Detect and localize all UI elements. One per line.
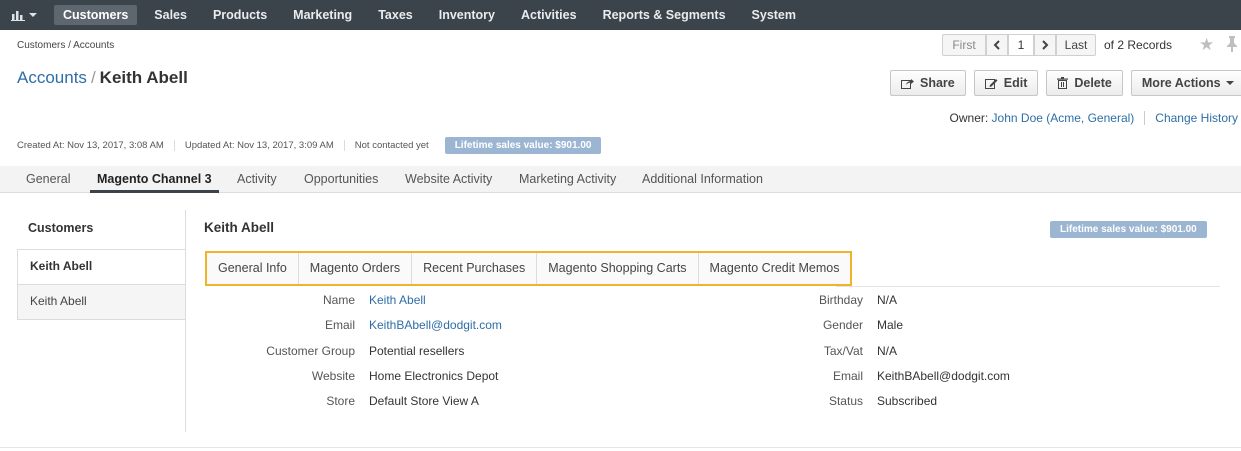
last-record-button[interactable]: Last: [1056, 34, 1096, 56]
field-label-name: Name: [322, 293, 355, 307]
field-value-name[interactable]: Keith Abell: [369, 293, 426, 307]
field-value-birthday: N/A: [877, 293, 898, 307]
share-button[interactable]: Share: [890, 70, 966, 96]
subtab-magento-credit-memos[interactable]: Magento Credit Memos: [699, 253, 851, 284]
field-value-customer-group: Potential resellers: [369, 344, 465, 358]
first-record-button[interactable]: First: [942, 34, 986, 56]
tab-website-activity[interactable]: Website Activity: [405, 166, 492, 193]
nav-item-system[interactable]: System: [739, 0, 809, 30]
dashboard-menu[interactable]: [0, 0, 48, 30]
page-title: Accounts / Keith Abell: [17, 68, 188, 88]
field-label-status: Status: [828, 394, 863, 408]
nav-item-reports-segments[interactable]: Reports & Segments: [590, 0, 739, 30]
customer-subtabs: General Info Magento Orders Recent Purch…: [205, 251, 853, 286]
tab-marketing-activity[interactable]: Marketing Activity: [519, 166, 616, 193]
nav-item-inventory[interactable]: Inventory: [426, 0, 508, 30]
nav-item-activities[interactable]: Activities: [508, 0, 590, 30]
tab-magento-channel-3[interactable]: Magento Channel 3: [90, 166, 219, 193]
previous-record-button[interactable]: [986, 34, 1008, 56]
edit-button[interactable]: Edit: [973, 70, 1039, 96]
edit-icon: [984, 79, 998, 89]
next-record-button[interactable]: [1034, 34, 1056, 56]
share-button-label: Share: [920, 76, 955, 90]
field-value-status: Subscribed: [877, 394, 938, 408]
top-navigation: Customers Sales Products Marketing Taxes…: [0, 0, 1241, 30]
more-actions-label: More Actions: [1141, 76, 1221, 90]
title-separator: /: [90, 68, 96, 87]
action-buttons: Share Edit Delete More Actions: [890, 70, 1241, 96]
tab-opportunities[interactable]: Opportunities: [304, 166, 378, 193]
field-label-customer-group: Customer Group: [266, 344, 355, 358]
breadcrumb[interactable]: Customers / Accounts: [17, 40, 114, 51]
field-value-website: Home Electronics Depot: [369, 369, 499, 383]
updated-at: Updated At: Nov 13, 2017, 3:09 AM: [173, 140, 344, 151]
record-meta: Created At: Nov 13, 2017, 3:08 AM Update…: [17, 137, 602, 154]
subtab-recent-purchases[interactable]: Recent Purchases: [412, 253, 538, 284]
nav-item-sales[interactable]: Sales: [141, 0, 200, 30]
owner-row: Owner: John Doe (Acme, General) Change H…: [950, 111, 1238, 125]
accounts-link[interactable]: Accounts: [17, 68, 87, 87]
field-label-email: Email: [324, 318, 355, 332]
nav-item-marketing[interactable]: Marketing: [280, 0, 365, 30]
chevron-right-icon: [1042, 40, 1049, 50]
lifetime-sales-badge: Lifetime sales value: $901.00: [444, 137, 602, 154]
record-tabs: General Magento Channel 3 Activity Oppor…: [0, 166, 1241, 193]
subtab-magento-orders[interactable]: Magento Orders: [299, 253, 413, 284]
divider: [0, 447, 1241, 448]
customers-panel: Customers Keith Abell Keith Abell: [17, 210, 186, 432]
share-icon: [901, 79, 914, 89]
field-label-email-2: Email: [832, 369, 863, 383]
tab-general[interactable]: General: [26, 166, 70, 193]
field-label-birthday: Birthday: [818, 293, 863, 307]
field-label-tax-vat: Tax/Vat: [823, 344, 863, 358]
field-label-store: Store: [326, 394, 355, 408]
record-pager: First 1 Last of 2 Records: [942, 34, 1172, 56]
chevron-left-icon: [993, 40, 1000, 50]
field-label-gender: Gender: [822, 318, 863, 332]
field-value-tax-vat: N/A: [877, 344, 898, 358]
customer-list-item[interactable]: Keith Abell: [17, 285, 185, 320]
owner-label: Owner:: [949, 111, 989, 125]
divider: [1144, 111, 1146, 125]
more-actions-button[interactable]: More Actions: [1130, 70, 1241, 96]
contacted-status: Not contacted yet: [343, 140, 439, 151]
customers-panel-heading: Customers: [17, 210, 185, 250]
created-at: Created At: Nov 13, 2017, 3:08 AM: [17, 140, 164, 151]
edit-button-label: Edit: [1003, 76, 1028, 90]
star-icon[interactable]: ★: [1199, 35, 1214, 55]
lifetime-sales-badge: Lifetime sales value: $901.00: [1050, 221, 1207, 238]
nav-item-customers[interactable]: Customers: [54, 5, 138, 25]
customer-list-item[interactable]: Keith Abell: [17, 250, 185, 285]
delete-button[interactable]: Delete: [1046, 70, 1123, 96]
tab-activity[interactable]: Activity: [237, 166, 277, 193]
chevron-down-icon: [1225, 81, 1234, 85]
account-name: Keith Abell: [99, 68, 188, 87]
bar-chart-icon: [11, 11, 25, 21]
trash-icon: [1057, 77, 1069, 89]
page-number-input[interactable]: 1: [1008, 34, 1034, 56]
nav-item-products[interactable]: Products: [200, 0, 280, 30]
pin-icon[interactable]: [1226, 36, 1238, 52]
field-value-gender: Male: [877, 318, 904, 332]
nav-item-taxes[interactable]: Taxes: [365, 0, 426, 30]
tab-additional-information[interactable]: Additional Information: [642, 166, 763, 193]
field-value-store: Default Store View A: [369, 394, 479, 408]
customer-name-heading: Keith Abell: [204, 220, 275, 235]
divider: [836, 286, 1220, 287]
change-history-link[interactable]: Change History: [1155, 111, 1238, 125]
record-count: of 2 Records: [1104, 38, 1173, 52]
delete-button-label: Delete: [1074, 76, 1112, 90]
chevron-down-icon: [29, 13, 37, 17]
subtab-magento-shopping-carts[interactable]: Magento Shopping Carts: [537, 253, 699, 284]
owner-link[interactable]: John Doe (Acme, General): [992, 111, 1135, 125]
subtab-general-info[interactable]: General Info: [207, 253, 299, 284]
field-value-email[interactable]: KeithBAbell@dodgit.com: [369, 318, 502, 332]
field-label-website: Website: [311, 369, 355, 383]
field-value-email-2: KeithBAbell@dodgit.com: [877, 369, 1010, 383]
